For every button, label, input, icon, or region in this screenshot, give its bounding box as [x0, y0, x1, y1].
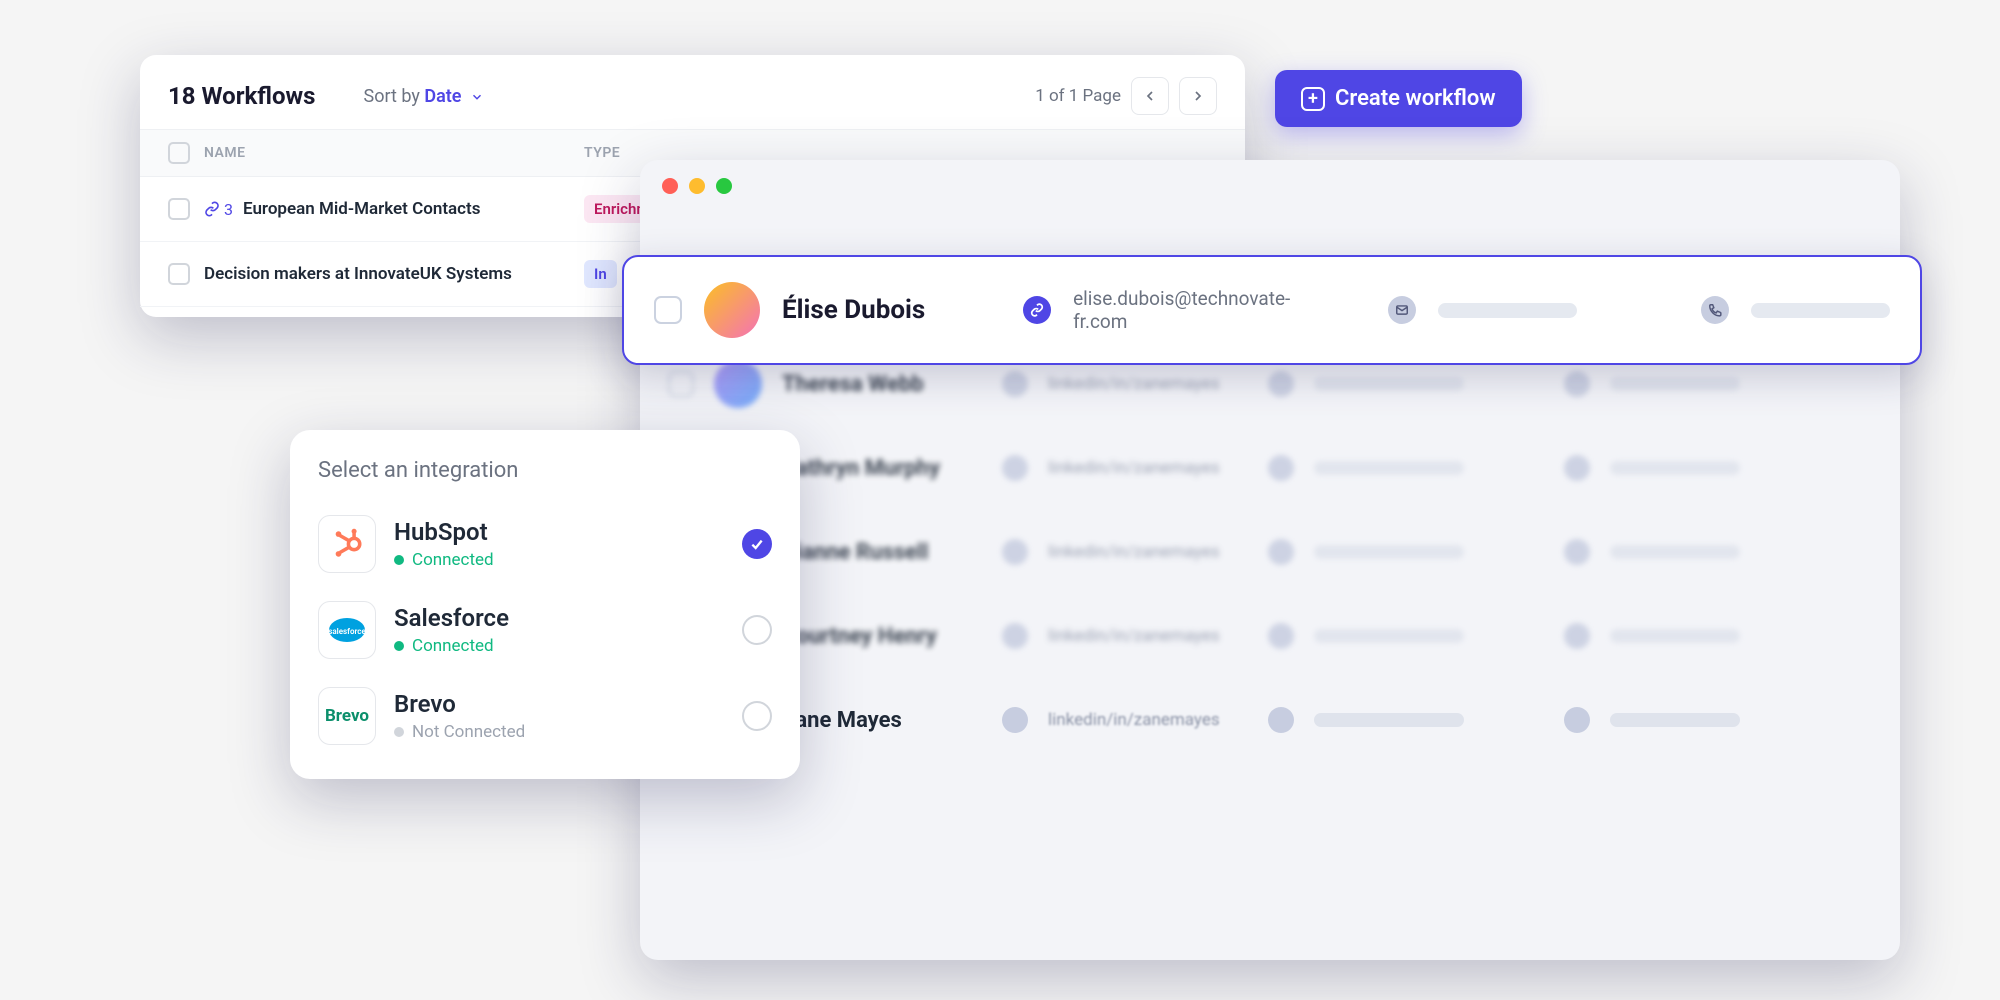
select-radio[interactable]	[742, 529, 772, 559]
contact-name: Dianne Russell	[782, 540, 982, 565]
mail-icon	[1268, 455, 1294, 481]
placeholder-bar	[1610, 629, 1740, 643]
phone-icon	[1564, 707, 1590, 733]
integration-status: Connected	[394, 550, 494, 570]
linkedin-text: linkedin/in/zanemayes	[1048, 626, 1248, 646]
minimize-dot[interactable]	[689, 178, 705, 194]
contact-row[interactable]: Courtney Henry linkedin/in/zanemayes	[640, 594, 1900, 678]
th-type: TYPE	[584, 145, 620, 161]
maximize-dot[interactable]	[716, 178, 732, 194]
contact-row[interactable]: Dianne Russell linkedin/in/zanemayes	[640, 510, 1900, 594]
link-icon	[1002, 539, 1028, 565]
contact-row[interactable]: Kathryn Murphy linkedin/in/zanemayes	[640, 426, 1900, 510]
mail-icon	[1268, 539, 1294, 565]
placeholder-bar	[1314, 545, 1464, 559]
next-page-button[interactable]	[1179, 77, 1217, 115]
workflow-name: Decision makers at InnovateUK Systems	[204, 264, 512, 284]
placeholder-bar	[1314, 461, 1464, 475]
integration-status: Connected	[394, 636, 509, 656]
integration-option[interactable]: Brevo Brevo Not Connected	[318, 673, 772, 759]
popup-title: Select an integration	[318, 458, 772, 483]
th-name: NAME	[204, 145, 584, 161]
select-all-checkbox[interactable]	[168, 142, 190, 164]
hubspot-icon	[318, 515, 376, 573]
link-icon	[1002, 707, 1028, 733]
chevron-down-icon	[470, 90, 484, 104]
placeholder-bar	[1610, 377, 1740, 391]
row-checkbox[interactable]	[654, 296, 682, 324]
row-checkbox[interactable]	[668, 371, 694, 397]
linkedin-text: linkedin/in/zanemayes	[1048, 458, 1248, 478]
workflows-header: 18 Workflows Sort by Date 1 of 1 Page	[140, 55, 1245, 129]
placeholder-bar	[1314, 629, 1464, 643]
salesforce-icon: salesforce	[318, 601, 376, 659]
placeholder-bar	[1610, 713, 1740, 727]
contact-name: Zane Mayes	[782, 708, 982, 733]
workflow-name: European Mid-Market Contacts	[243, 199, 481, 219]
phone-icon	[1564, 539, 1590, 565]
mail-icon	[1268, 623, 1294, 649]
contact-name: Courtney Henry	[782, 624, 982, 649]
avatar	[714, 360, 762, 408]
highlighted-contact-card[interactable]: Élise Dubois elise.dubois@technovate-fr.…	[622, 255, 1922, 365]
contact-row[interactable]: Zane Mayes linkedin/in/zanemayes	[640, 678, 1900, 762]
mail-icon	[1388, 296, 1416, 324]
integration-name: HubSpot	[394, 518, 494, 546]
link-icon	[1002, 623, 1028, 649]
contact-name: Élise Dubois	[782, 295, 1001, 325]
integration-name: Salesforce	[394, 604, 509, 632]
integration-status: Not Connected	[394, 722, 525, 742]
linkedin-text: linkedin/in/zanemayes	[1048, 542, 1248, 562]
phone-icon	[1564, 455, 1590, 481]
mail-icon	[1268, 707, 1294, 733]
svg-text:salesforce: salesforce	[328, 627, 366, 636]
placeholder-bar	[1314, 377, 1464, 391]
close-dot[interactable]	[662, 178, 678, 194]
sort-dropdown[interactable]: Sort by Date	[364, 86, 484, 107]
integration-option[interactable]: salesforce Salesforce Connected	[318, 587, 772, 673]
select-radio[interactable]	[742, 701, 772, 731]
placeholder-bar	[1610, 545, 1740, 559]
linkedin-text: linkedin/in/zanemayes	[1048, 374, 1248, 394]
phone-icon	[1564, 623, 1590, 649]
placeholder-bar	[1751, 303, 1890, 318]
placeholder-bar	[1610, 461, 1740, 475]
prev-page-button[interactable]	[1131, 77, 1169, 115]
create-workflow-button[interactable]: + Create workflow	[1275, 70, 1522, 127]
status-dot	[394, 641, 404, 651]
linkedin-text: linkedin/in/zanemayes	[1048, 710, 1248, 730]
placeholder-bar	[1314, 713, 1464, 727]
status-dot	[394, 727, 404, 737]
brevo-icon: Brevo	[318, 687, 376, 745]
phone-icon	[1564, 371, 1590, 397]
link-count-badge: 3	[204, 200, 233, 219]
pagination-label: 1 of 1 Page	[1035, 86, 1121, 106]
chevron-left-icon	[1142, 88, 1158, 104]
integration-popup: Select an integration HubSpot Connected …	[290, 430, 800, 779]
contact-name: Theresa Webb	[782, 372, 982, 397]
avatar	[704, 282, 760, 338]
window-controls	[640, 160, 1900, 212]
integration-name: Brevo	[394, 690, 525, 718]
workflows-title: 18 Workflows	[168, 82, 316, 110]
link-icon	[1002, 455, 1028, 481]
link-icon	[1023, 296, 1051, 324]
chevron-right-icon	[1190, 88, 1206, 104]
select-radio[interactable]	[742, 615, 772, 645]
link-icon	[1002, 371, 1028, 397]
plus-icon: +	[1301, 87, 1325, 111]
link-icon	[204, 201, 220, 217]
row-checkbox[interactable]	[168, 263, 190, 285]
type-tag: In	[584, 260, 617, 288]
status-dot	[394, 555, 404, 565]
contact-name: Kathryn Murphy	[782, 456, 982, 481]
integration-option[interactable]: HubSpot Connected	[318, 501, 772, 587]
phone-icon	[1701, 296, 1729, 324]
contact-email: elise.dubois@technovate-fr.com	[1073, 287, 1343, 333]
mail-icon	[1268, 371, 1294, 397]
row-checkbox[interactable]	[168, 198, 190, 220]
placeholder-bar	[1438, 303, 1577, 318]
